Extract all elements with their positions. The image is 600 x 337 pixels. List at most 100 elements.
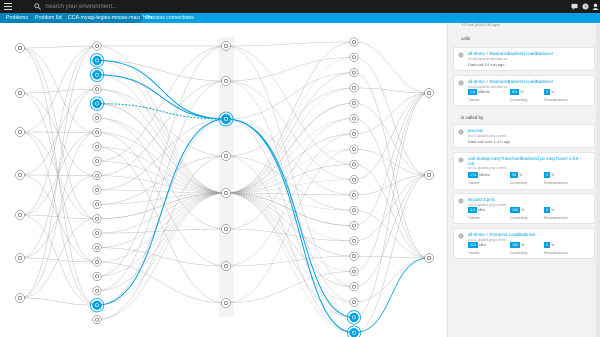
search-input[interactable]: [45, 1, 345, 12]
process-node[interactable]: [92, 214, 102, 224]
process-node[interactable]: [349, 144, 359, 154]
process-node[interactable]: [349, 190, 359, 200]
card-text: Dark call 14 min ago: [468, 62, 505, 67]
process-node[interactable]: [349, 205, 359, 215]
search-icon[interactable]: [34, 3, 41, 10]
panel-scrollbar[interactable]: [596, 23, 600, 337]
breadcrumb: Problems Problem 6ds CCA-myapj-tegies-mn…: [0, 13, 600, 23]
process-node[interactable]: [349, 236, 359, 246]
process-node[interactable]: [92, 84, 102, 94]
process-node[interactable]: [221, 76, 231, 86]
breadcrumb-problem[interactable]: Problem 6ds: [29, 13, 69, 23]
process-node[interactable]: [221, 224, 231, 234]
metric-retransmissions: 0%: [544, 207, 555, 213]
host-node[interactable]: [15, 170, 25, 180]
process-node[interactable]: [92, 228, 102, 238]
metric-retransmissions: 0%: [544, 172, 555, 178]
host-node[interactable]: [424, 253, 434, 263]
process-node[interactable]: [349, 297, 359, 307]
metric-connectivity: 100%: [510, 207, 525, 213]
metric-label: Connectivity: [510, 216, 528, 220]
process-node[interactable]: [92, 315, 102, 325]
card-title[interactable]: Nucast-3.proc: [468, 197, 495, 202]
host-node[interactable]: [15, 43, 25, 53]
selected-process-node[interactable]: [218, 111, 234, 127]
calls-card[interactable]: all-demo + BusinessBackend LoadBalancer …: [453, 75, 595, 106]
process-node[interactable]: [349, 68, 359, 78]
help-icon[interactable]: ?: [582, 3, 589, 10]
process-node[interactable]: [92, 171, 102, 181]
process-node[interactable]: [92, 257, 102, 267]
breadcrumb-label: Process connections: [146, 15, 194, 21]
process-node[interactable]: [89, 96, 105, 111]
process-node[interactable]: [349, 159, 359, 169]
host-node[interactable]: [15, 253, 25, 263]
process-node[interactable]: [349, 52, 359, 62]
metric-connectivity: 100%: [510, 242, 525, 248]
connections-svg: [15, 37, 434, 337]
process-node[interactable]: [221, 298, 231, 308]
host-node[interactable]: [15, 88, 25, 98]
host-node[interactable]: [424, 170, 434, 180]
process-node[interactable]: [221, 151, 231, 161]
card-title[interactable]: all-demo + BusinessBackend LoadBalancer: [468, 79, 553, 84]
process-node[interactable]: [349, 98, 359, 108]
process-node[interactable]: [92, 113, 102, 123]
process-node[interactable]: [92, 127, 102, 137]
process-node[interactable]: [349, 267, 359, 276]
called-by-card[interactable]: all-demo + Frontend LoadBalancer on L/L …: [453, 228, 595, 259]
process-node[interactable]: [92, 142, 102, 152]
host-node[interactable]: [15, 127, 25, 137]
process-node[interactable]: [349, 221, 359, 231]
called-by-card[interactable]: cart-dunlap-easyTravel-webbackend.jar ea…: [453, 152, 595, 190]
chat-icon[interactable]: [571, 3, 578, 10]
process-node[interactable]: [346, 310, 362, 325]
process-node[interactable]: [92, 286, 102, 296]
process-node[interactable]: [92, 199, 102, 209]
process-node[interactable]: [92, 243, 102, 253]
menu-icon[interactable]: [4, 3, 12, 10]
process-node[interactable]: [89, 298, 105, 313]
user-icon[interactable]: [592, 3, 599, 10]
breadcrumb-process[interactable]: CCA-myapj-tegies-mnose-macathon: [62, 13, 152, 23]
process-node[interactable]: [92, 185, 102, 195]
metric-label: Retransmissions: [544, 181, 568, 185]
metric-connectivity: 0%%: [510, 89, 524, 95]
process-node[interactable]: [221, 41, 231, 51]
process-node[interactable]: [349, 282, 359, 292]
called-by-card[interactable]: Nucast-3.proc on L/L apache-proy-current…: [453, 193, 595, 224]
process-node[interactable]: [89, 53, 105, 68]
process-node[interactable]: [221, 188, 231, 198]
process-node[interactable]: [92, 156, 102, 166]
breadcrumb-label: Problem 6ds: [35, 15, 65, 21]
metric-transfer: 3.6 kB/s: [468, 207, 485, 213]
process-node[interactable]: [349, 175, 359, 185]
process-node[interactable]: [349, 114, 359, 123]
details-panel: Y3 Sme (l/ll fol1 90 agol) calls all-dem…: [447, 23, 600, 337]
card-title[interactable]: all-demo + BusinessBackend LoadBalancer: [468, 51, 553, 56]
card-title[interactable]: cart-dunlap-easyTravel-webbackend.jar ea…: [468, 156, 588, 166]
process-connections-graph[interactable]: [0, 23, 447, 337]
called-by-card[interactable]: process on L/L apache-proy-current Dark …: [453, 124, 595, 148]
calls-card[interactable]: all-demo + BusinessBackend LoadBalancer …: [453, 47, 595, 71]
process-icon: [458, 80, 464, 86]
metric-label: Transfer: [468, 216, 480, 220]
metric-label: Transfer: [468, 251, 480, 255]
card-title[interactable]: process: [468, 128, 483, 133]
process-icon: [458, 198, 464, 204]
metric-connectivity: 98%: [510, 172, 523, 178]
process-node[interactable]: [89, 67, 105, 82]
host-node[interactable]: [424, 88, 434, 98]
process-node[interactable]: [349, 37, 359, 47]
process-node[interactable]: [221, 261, 231, 271]
process-node[interactable]: [349, 83, 359, 93]
host-node[interactable]: [15, 293, 25, 303]
process-node[interactable]: [92, 41, 102, 51]
process-node[interactable]: [92, 271, 102, 281]
card-title[interactable]: all-demo + Frontend LoadBalancer: [468, 232, 536, 237]
process-node[interactable]: [349, 129, 359, 139]
process-node[interactable]: [349, 251, 359, 261]
card-text: Dark call over 1.4 h ago: [468, 139, 511, 144]
card-subtitle: on 464-apache-simulator.cs: [468, 57, 508, 61]
host-node[interactable]: [15, 210, 25, 220]
